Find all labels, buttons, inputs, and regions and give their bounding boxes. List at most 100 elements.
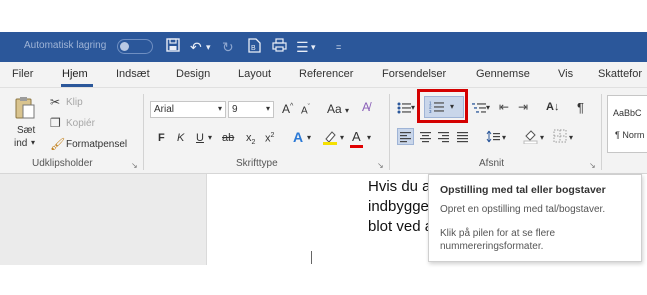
- strikethrough-button[interactable]: ab: [222, 132, 234, 144]
- align-left-icon: [400, 132, 411, 143]
- shading-icon[interactable]: [523, 129, 538, 147]
- sort-icon[interactable]: A↓: [546, 101, 559, 113]
- italic-button[interactable]: K: [177, 132, 184, 144]
- font-size-dropdown-icon[interactable]: ▾: [266, 104, 270, 113]
- cut-label[interactable]: Klip: [66, 97, 83, 108]
- active-tab-indicator: [61, 84, 93, 87]
- tab-design[interactable]: Design: [176, 68, 210, 80]
- paragraph-group-label: Afsnit: [479, 158, 505, 169]
- font-color-dropdown-icon[interactable]: ▾: [367, 133, 371, 142]
- paste-icon[interactable]: [14, 96, 36, 125]
- copy-icon[interactable]: ❐: [50, 116, 61, 130]
- justify-icon[interactable]: [455, 129, 470, 147]
- bullets-icon[interactable]: ☰: [296, 38, 309, 56]
- svg-text:B: B: [251, 45, 256, 52]
- shrink-font-icon[interactable]: Aˇ: [301, 104, 310, 116]
- subscript-button[interactable]: x2: [246, 132, 255, 146]
- font-launcher-icon[interactable]: ↘: [377, 161, 384, 170]
- tab-referencer[interactable]: Referencer: [299, 68, 353, 80]
- bullets-dropdown-icon[interactable]: ▾: [311, 38, 316, 56]
- clipboard-group-label: Udklipsholder: [32, 158, 93, 169]
- font-size-box[interactable]: 9 ▾: [228, 101, 274, 118]
- underline-button[interactable]: U: [196, 132, 204, 144]
- file-icon[interactable]: B: [248, 38, 261, 57]
- tab-filer[interactable]: Filer: [12, 68, 33, 80]
- line-spacing-icon[interactable]: [486, 129, 501, 147]
- multilevel-dropdown-icon[interactable]: ▾: [486, 103, 490, 112]
- format-painter-label[interactable]: Formatpensel: [66, 139, 127, 150]
- font-color-button[interactable]: A: [352, 129, 361, 144]
- tooltip-hint-2: nummereringsformater.: [440, 241, 544, 252]
- autosave-toggle[interactable]: [117, 39, 153, 54]
- group-separator: [389, 94, 390, 170]
- borders-dropdown-icon[interactable]: ▾: [569, 133, 573, 142]
- font-group-label: Skrifttype: [236, 158, 278, 169]
- copy-label[interactable]: Kopiér: [66, 118, 95, 129]
- toggle-knob: [120, 42, 129, 51]
- pilcrow-icon[interactable]: ¶: [577, 100, 584, 115]
- style-normal-label: ¶ Norm: [615, 130, 645, 140]
- highlight-color-icon[interactable]: [322, 129, 338, 148]
- undo-icon[interactable]: ↶: [190, 38, 202, 56]
- tooltip-description: Opret en opstilling med tal/bogstaver.: [440, 204, 606, 215]
- ribbon-tabs: Filer Hjem Indsæt Design Layout Referenc…: [0, 62, 647, 88]
- decrease-indent-icon[interactable]: ⇤: [499, 100, 509, 114]
- numbering-highlight-box: [417, 89, 468, 123]
- borders-icon[interactable]: [553, 129, 567, 146]
- styles-gallery[interactable]: AaBbC ¶ Norm: [607, 95, 647, 153]
- align-left-button[interactable]: [397, 128, 414, 145]
- bold-button[interactable]: F: [158, 132, 165, 144]
- align-center-icon[interactable]: [418, 129, 433, 147]
- text-effects-button[interactable]: A: [293, 129, 303, 145]
- page-edge: [206, 174, 207, 265]
- paragraph-launcher-icon[interactable]: ↘: [589, 161, 596, 170]
- bullets-dropdown-icon[interactable]: ▾: [411, 103, 415, 112]
- customize-icon[interactable]: =: [336, 38, 341, 56]
- font-name-dropdown-icon[interactable]: ▾: [218, 104, 222, 113]
- paste-dropdown-icon[interactable]: ▾: [31, 138, 35, 147]
- document-text-line[interactable]: Hvis du a: [368, 178, 431, 195]
- paste-label: Sæt: [17, 125, 36, 136]
- font-name-box[interactable]: Arial ▾: [150, 101, 226, 118]
- superscript-button[interactable]: x2: [265, 132, 274, 145]
- text-effects-dropdown-icon[interactable]: ▾: [307, 133, 311, 142]
- font-name-value: Arial: [154, 104, 175, 115]
- tab-vis[interactable]: Vis: [558, 68, 573, 80]
- paste-label-2[interactable]: ind: [14, 138, 27, 149]
- underline-dropdown-icon[interactable]: ▾: [208, 133, 212, 142]
- tab-hjem[interactable]: Hjem: [62, 68, 88, 80]
- text-cursor: [311, 251, 312, 264]
- autosave-label: Automatisk lagring: [24, 40, 107, 51]
- style-preview: AaBbC: [613, 108, 642, 118]
- group-separator: [143, 94, 144, 170]
- format-painter-icon[interactable]: 🖌: [50, 137, 65, 151]
- document-text-line[interactable]: indbygge: [368, 198, 429, 215]
- highlight-dropdown-icon[interactable]: ▾: [340, 133, 344, 142]
- tab-layout[interactable]: Layout: [238, 68, 271, 80]
- font-color-bar: [350, 145, 363, 148]
- grow-font-icon[interactable]: A^: [282, 102, 293, 116]
- line-spacing-dropdown-icon[interactable]: ▾: [502, 133, 506, 142]
- tooltip-title: Opstilling med tal eller bogstaver: [440, 184, 606, 196]
- increase-indent-icon[interactable]: ⇥: [518, 100, 528, 114]
- print-icon[interactable]: [272, 38, 287, 56]
- title-bar: Automatisk lagring ↶ ▾ ↻ B ☰ ▾ =: [0, 32, 647, 62]
- cut-icon[interactable]: ✂: [50, 95, 60, 109]
- numbering-tooltip: Opstilling med tal eller bogstaver Opret…: [428, 174, 642, 262]
- clipboard-launcher-icon[interactable]: ↘: [131, 161, 138, 170]
- document-text-line[interactable]: blot ved a: [368, 218, 433, 235]
- clear-formatting-icon[interactable]: A̸: [362, 100, 370, 114]
- change-case-icon[interactable]: Aa ▾: [327, 102, 349, 116]
- shading-dropdown-icon[interactable]: ▾: [540, 133, 544, 142]
- save-icon[interactable]: [166, 38, 180, 56]
- tab-gennemse[interactable]: Gennemse: [476, 68, 530, 80]
- align-right-icon[interactable]: [436, 129, 451, 147]
- tooltip-hint: Klik på pilen for at se flere: [440, 228, 556, 239]
- redo-icon[interactable]: ↻: [222, 38, 234, 56]
- tab-skattefor[interactable]: Skattefor: [598, 68, 642, 80]
- undo-dropdown-icon[interactable]: ▾: [206, 38, 211, 56]
- multilevel-list-icon[interactable]: [472, 101, 486, 118]
- tab-indsaet[interactable]: Indsæt: [116, 68, 150, 80]
- tab-forsendelser[interactable]: Forsendelser: [382, 68, 446, 80]
- bullets-button-icon[interactable]: [397, 101, 411, 118]
